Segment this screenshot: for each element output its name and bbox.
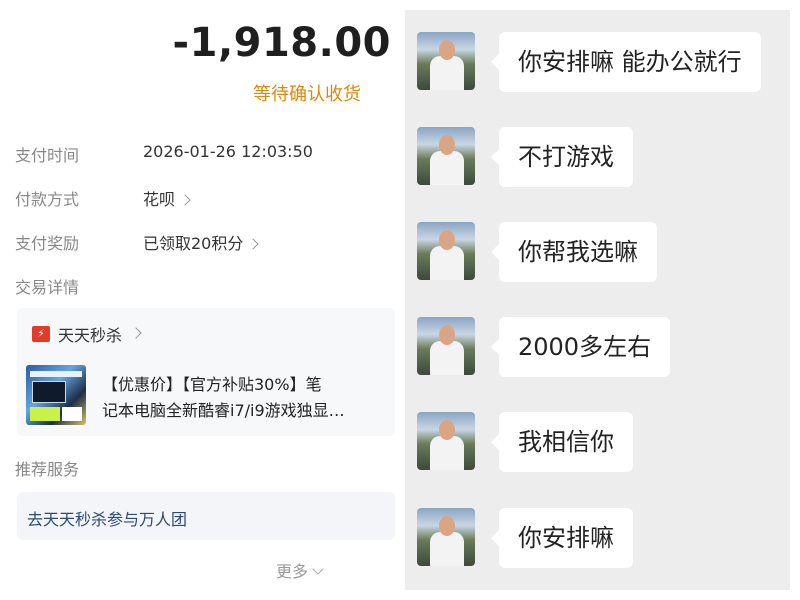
- chevron-down-icon: [312, 563, 324, 575]
- flash-sale-label: 天天秒杀: [58, 326, 123, 345]
- row-label: 支付时间: [15, 146, 80, 165]
- recommend-link-card[interactable]: 去天天秒杀参与万人团: [17, 492, 395, 540]
- payment-method-row[interactable]: 付款方式 花呗: [15, 186, 191, 210]
- product-card[interactable]: ⚡ 天天秒杀 【优惠价】【官方补贴30%】笔 记本电脑全新酷睿i7/i9游戏独显…: [17, 308, 395, 436]
- chat-message: 我相信你: [405, 412, 790, 482]
- chevron-right-icon: [247, 238, 260, 250]
- product-title-line2: 记本电脑全新酷睿i7/i9游戏独显…: [102, 401, 345, 420]
- message-bubble[interactable]: 你帮我选嘛: [491, 222, 657, 282]
- avatar[interactable]: [417, 222, 475, 280]
- flash-sale-header[interactable]: ⚡ 天天秒杀: [32, 322, 142, 346]
- chat-message: 你安排嘛: [405, 508, 790, 578]
- payment-amount: -1,918.00: [172, 20, 391, 66]
- trade-detail-row: 交易详情: [15, 274, 79, 298]
- chat-panel: 你安排嘛 能办公就行 不打游戏 你帮我选嘛 2000多左右 我相信你 你安排嘛: [405, 10, 790, 590]
- recommend-label: 推荐服务: [15, 460, 80, 479]
- cart-icon: ⚡: [32, 326, 50, 342]
- avatar[interactable]: [417, 317, 475, 375]
- order-status: 等待确认收货: [253, 84, 361, 105]
- more-button[interactable]: 更多: [276, 558, 324, 582]
- avatar[interactable]: [417, 508, 475, 566]
- payment-reward-row[interactable]: 支付奖励 已领取20积分: [15, 230, 260, 254]
- avatar[interactable]: [417, 127, 475, 185]
- chevron-right-icon: [179, 194, 191, 206]
- chevron-right-icon: [130, 327, 142, 339]
- product-title[interactable]: 【优惠价】【官方补贴30%】笔 记本电脑全新酷睿i7/i9游戏独显…: [102, 372, 382, 424]
- chat-message: 2000多左右: [405, 317, 790, 387]
- message-bubble[interactable]: 我相信你: [491, 412, 633, 472]
- message-bubble[interactable]: 2000多左右: [490, 317, 671, 377]
- recommend-link[interactable]: 去天天秒杀参与万人团: [27, 506, 187, 530]
- message-bubble[interactable]: 你安排嘛: [491, 508, 633, 568]
- row-label: 支付奖励: [15, 234, 80, 253]
- payment-time-value: 2026-01-26 12:03:50: [143, 142, 313, 161]
- avatar[interactable]: [417, 32, 475, 90]
- row-label: 付款方式: [15, 190, 80, 209]
- row-label: 交易详情: [15, 278, 80, 297]
- message-bubble[interactable]: 你安排嘛 能办公就行: [491, 32, 761, 92]
- more-label: 更多: [276, 562, 309, 581]
- chat-message: 你帮我选嘛: [405, 222, 790, 292]
- payment-reward-value: 已领取20积分: [143, 234, 244, 253]
- message-bubble[interactable]: 不打游戏: [491, 127, 633, 187]
- product-thumbnail[interactable]: [26, 365, 86, 425]
- chat-message: 你安排嘛 能办公就行: [405, 32, 790, 102]
- chat-message: 不打游戏: [405, 127, 790, 197]
- payment-time-row: 支付时间 2026-01-26 12:03:50: [15, 142, 313, 166]
- avatar[interactable]: [417, 412, 475, 470]
- product-title-line1: 【优惠价】【官方补贴30%】笔: [102, 375, 322, 394]
- payment-method-value: 花呗: [143, 190, 176, 209]
- order-detail-panel: -1,918.00 等待确认收货 支付时间 2026-01-26 12:03:5…: [0, 0, 405, 600]
